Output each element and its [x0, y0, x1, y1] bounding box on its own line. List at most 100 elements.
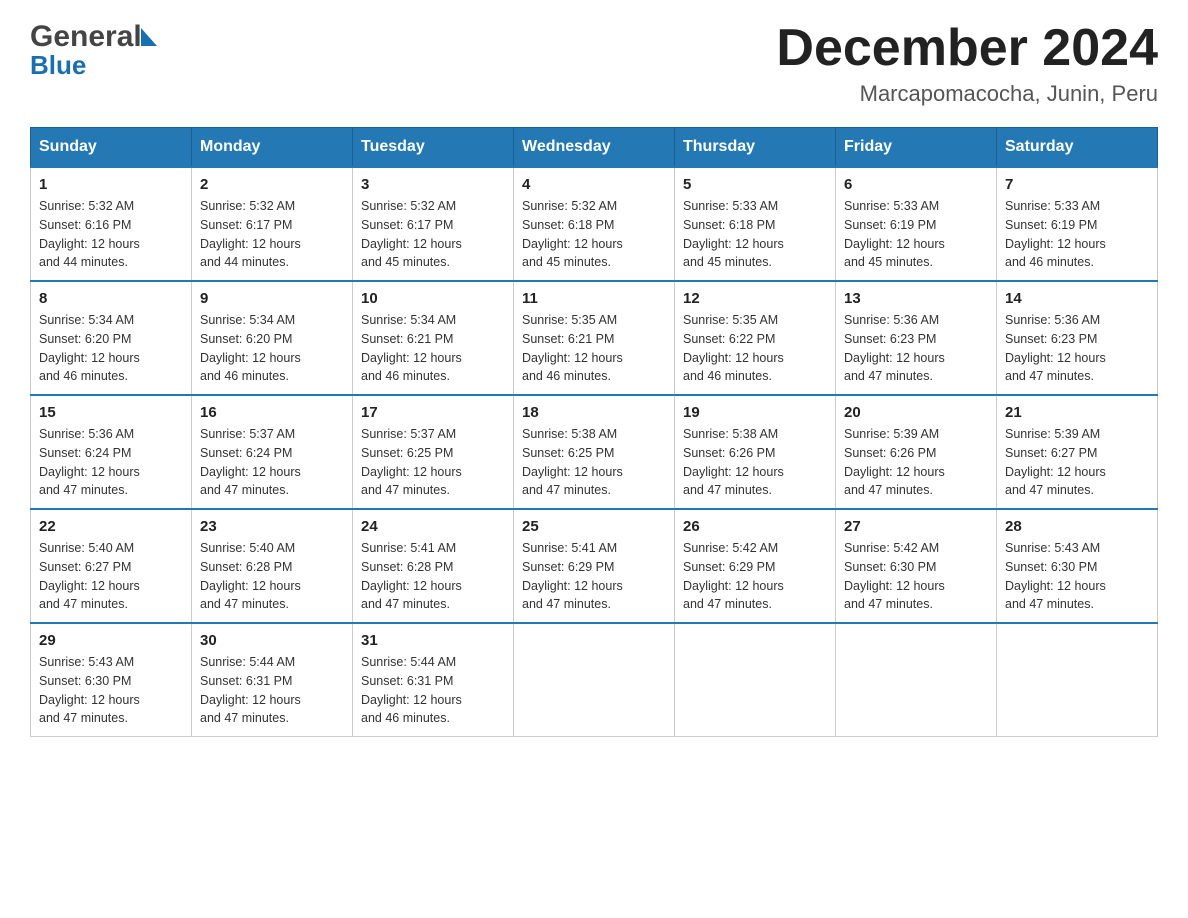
day-number: 8	[39, 290, 183, 307]
col-sunday: Sunday	[31, 128, 192, 168]
day-info: Sunrise: 5:42 AMSunset: 6:29 PMDaylight:…	[683, 539, 827, 614]
day-number: 11	[522, 290, 666, 307]
day-info: Sunrise: 5:36 AMSunset: 6:23 PMDaylight:…	[1005, 311, 1149, 386]
day-info: Sunrise: 5:39 AMSunset: 6:26 PMDaylight:…	[844, 425, 988, 500]
table-row: 12 Sunrise: 5:35 AMSunset: 6:22 PMDayligh…	[675, 281, 836, 395]
table-row: 20 Sunrise: 5:39 AMSunset: 6:26 PMDayligh…	[836, 395, 997, 509]
day-number: 25	[522, 518, 666, 535]
col-monday: Monday	[192, 128, 353, 168]
table-row: 19Sunrise: 5:38 AMSunset: 6:26 PMDayligh…	[675, 395, 836, 509]
day-number: 13	[844, 290, 988, 307]
table-row	[675, 623, 836, 737]
day-info: Sunrise: 5:34 AMSunset: 6:20 PMDaylight:…	[200, 311, 344, 386]
day-number: 31	[361, 632, 505, 649]
day-number: 20	[844, 404, 988, 421]
day-info: Sunrise: 5:44 AMSunset: 6:31 PMDaylight:…	[200, 653, 344, 728]
table-row: 5Sunrise: 5:33 AMSunset: 6:18 PMDaylight…	[675, 167, 836, 281]
table-row: 14Sunrise: 5:36 AMSunset: 6:23 PMDayligh…	[997, 281, 1158, 395]
calendar-week-row: 8 Sunrise: 5:34 AMSunset: 6:20 PMDaylight…	[31, 281, 1158, 395]
col-friday: Friday	[836, 128, 997, 168]
calendar-week-row: 15 Sunrise: 5:36 AMSunset: 6:24 PMDayligh…	[31, 395, 1158, 509]
day-number: 28	[1005, 518, 1149, 535]
table-row: 8 Sunrise: 5:34 AMSunset: 6:20 PMDaylight…	[31, 281, 192, 395]
day-info: Sunrise: 5:32 AMSunset: 6:16 PMDaylight:…	[39, 197, 183, 272]
day-number: 2	[200, 176, 344, 193]
day-info: Sunrise: 5:44 AMSunset: 6:31 PMDaylight:…	[361, 653, 505, 728]
logo: General Blue	[30, 20, 157, 81]
day-info: Sunrise: 5:42 AMSunset: 6:30 PMDaylight:…	[844, 539, 988, 614]
day-number: 7	[1005, 176, 1149, 193]
calendar-table: Sunday Monday Tuesday Wednesday Thursday…	[30, 127, 1158, 737]
page-header: General Blue December 2024 Marcapomacoch…	[30, 20, 1158, 107]
day-info: Sunrise: 5:41 AMSunset: 6:28 PMDaylight:…	[361, 539, 505, 614]
day-info: Sunrise: 5:43 AMSunset: 6:30 PMDaylight:…	[39, 653, 183, 728]
table-row: 23Sunrise: 5:40 AMSunset: 6:28 PMDayligh…	[192, 509, 353, 623]
day-number: 18	[522, 404, 666, 421]
day-number: 10	[361, 290, 505, 307]
table-row: 28 Sunrise: 5:43 AMSunset: 6:30 PMDayligh…	[997, 509, 1158, 623]
day-info: Sunrise: 5:34 AMSunset: 6:20 PMDaylight:…	[39, 311, 183, 386]
day-info: Sunrise: 5:40 AMSunset: 6:27 PMDaylight:…	[39, 539, 183, 614]
day-number: 29	[39, 632, 183, 649]
calendar-week-row: 1Sunrise: 5:32 AMSunset: 6:16 PMDaylight…	[31, 167, 1158, 281]
day-number: 12	[683, 290, 827, 307]
day-info: Sunrise: 5:32 AMSunset: 6:17 PMDaylight:…	[361, 197, 505, 272]
logo-arrow-icon	[141, 28, 157, 46]
day-info: Sunrise: 5:33 AMSunset: 6:19 PMDaylight:…	[1005, 197, 1149, 272]
table-row: 25 Sunrise: 5:41 AMSunset: 6:29 PMDayligh…	[514, 509, 675, 623]
day-info: Sunrise: 5:38 AMSunset: 6:25 PMDaylight:…	[522, 425, 666, 500]
table-row: 11 Sunrise: 5:35 AMSunset: 6:21 PMDayligh…	[514, 281, 675, 395]
day-number: 22	[39, 518, 183, 535]
table-row: 2 Sunrise: 5:32 AMSunset: 6:17 PMDaylight…	[192, 167, 353, 281]
table-row	[514, 623, 675, 737]
calendar-header-row: Sunday Monday Tuesday Wednesday Thursday…	[31, 128, 1158, 168]
day-number: 15	[39, 404, 183, 421]
day-number: 30	[200, 632, 344, 649]
table-row: 9Sunrise: 5:34 AMSunset: 6:20 PMDaylight…	[192, 281, 353, 395]
day-info: Sunrise: 5:36 AMSunset: 6:23 PMDaylight:…	[844, 311, 988, 386]
day-number: 26	[683, 518, 827, 535]
day-info: Sunrise: 5:37 AMSunset: 6:24 PMDaylight:…	[200, 425, 344, 500]
table-row: 13 Sunrise: 5:36 AMSunset: 6:23 PMDayligh…	[836, 281, 997, 395]
day-info: Sunrise: 5:35 AMSunset: 6:22 PMDaylight:…	[683, 311, 827, 386]
calendar-week-row: 22 Sunrise: 5:40 AMSunset: 6:27 PMDayligh…	[31, 509, 1158, 623]
table-row: 15 Sunrise: 5:36 AMSunset: 6:24 PMDayligh…	[31, 395, 192, 509]
table-row: 6 Sunrise: 5:33 AMSunset: 6:19 PMDaylight…	[836, 167, 997, 281]
table-row: 4 Sunrise: 5:32 AMSunset: 6:18 PMDaylight…	[514, 167, 675, 281]
table-row: 22 Sunrise: 5:40 AMSunset: 6:27 PMDayligh…	[31, 509, 192, 623]
day-info: Sunrise: 5:33 AMSunset: 6:19 PMDaylight:…	[844, 197, 988, 272]
table-row: 1Sunrise: 5:32 AMSunset: 6:16 PMDaylight…	[31, 167, 192, 281]
table-row: 29 Sunrise: 5:43 AMSunset: 6:30 PMDayligh…	[31, 623, 192, 737]
day-number: 16	[200, 404, 344, 421]
table-row: 7 Sunrise: 5:33 AMSunset: 6:19 PMDaylight…	[997, 167, 1158, 281]
day-info: Sunrise: 5:36 AMSunset: 6:24 PMDaylight:…	[39, 425, 183, 500]
month-title: December 2024	[776, 20, 1158, 77]
col-tuesday: Tuesday	[353, 128, 514, 168]
day-info: Sunrise: 5:41 AMSunset: 6:29 PMDaylight:…	[522, 539, 666, 614]
day-info: Sunrise: 5:32 AMSunset: 6:17 PMDaylight:…	[200, 197, 344, 272]
table-row: 30 Sunrise: 5:44 AMSunset: 6:31 PMDayligh…	[192, 623, 353, 737]
day-info: Sunrise: 5:32 AMSunset: 6:18 PMDaylight:…	[522, 197, 666, 272]
col-saturday: Saturday	[997, 128, 1158, 168]
day-number: 6	[844, 176, 988, 193]
table-row: 26 Sunrise: 5:42 AMSunset: 6:29 PMDayligh…	[675, 509, 836, 623]
logo-text-blue: Blue	[30, 50, 86, 81]
table-row	[997, 623, 1158, 737]
table-row: 21Sunrise: 5:39 AMSunset: 6:27 PMDayligh…	[997, 395, 1158, 509]
table-row	[836, 623, 997, 737]
day-info: Sunrise: 5:33 AMSunset: 6:18 PMDaylight:…	[683, 197, 827, 272]
col-wednesday: Wednesday	[514, 128, 675, 168]
table-row: 16 Sunrise: 5:37 AMSunset: 6:24 PMDayligh…	[192, 395, 353, 509]
day-number: 4	[522, 176, 666, 193]
location-title: Marcapomacocha, Junin, Peru	[776, 81, 1158, 107]
day-number: 3	[361, 176, 505, 193]
table-row: 24Sunrise: 5:41 AMSunset: 6:28 PMDayligh…	[353, 509, 514, 623]
day-info: Sunrise: 5:39 AMSunset: 6:27 PMDaylight:…	[1005, 425, 1149, 500]
day-info: Sunrise: 5:43 AMSunset: 6:30 PMDaylight:…	[1005, 539, 1149, 614]
table-row: 27 Sunrise: 5:42 AMSunset: 6:30 PMDayligh…	[836, 509, 997, 623]
day-number: 27	[844, 518, 988, 535]
day-info: Sunrise: 5:35 AMSunset: 6:21 PMDaylight:…	[522, 311, 666, 386]
day-info: Sunrise: 5:37 AMSunset: 6:25 PMDaylight:…	[361, 425, 505, 500]
day-number: 19	[683, 404, 827, 421]
title-block: December 2024 Marcapomacocha, Junin, Per…	[776, 20, 1158, 107]
